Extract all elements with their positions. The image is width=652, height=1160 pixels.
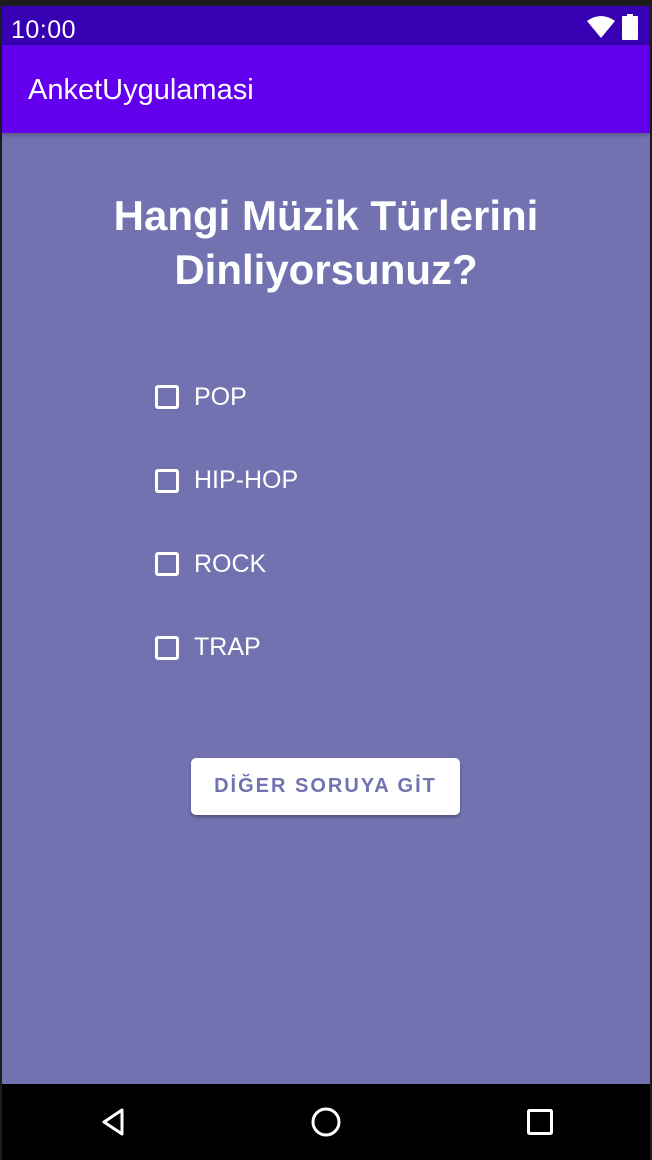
navigation-bar xyxy=(2,1084,650,1160)
option-hip-hop[interactable]: HIP-HOP xyxy=(152,453,298,509)
genre-options: POP HIP-HOP ROCK TRAP xyxy=(152,369,298,703)
checkbox-icon[interactable] xyxy=(155,468,179,493)
option-label: HIP-HOP xyxy=(194,466,299,494)
checkbox-icon[interactable] xyxy=(155,552,179,576)
app-bar: AnketUygulamasi xyxy=(2,45,650,133)
question-title: Hangi Müzik Türlerini Dinliyorsunuz? xyxy=(113,192,539,293)
checkbox-icon[interactable] xyxy=(155,385,179,409)
option-rock[interactable]: ROCK xyxy=(152,536,298,592)
next-question-button[interactable]: DİĞER SORUYA GİT xyxy=(191,758,460,815)
status-bar: 10:00 xyxy=(2,6,650,45)
status-icons xyxy=(586,14,638,45)
battery-icon xyxy=(622,14,638,45)
status-time: 10:00 xyxy=(11,16,77,44)
checkbox-icon[interactable] xyxy=(155,635,179,660)
app-title: AnketUygulamasi xyxy=(28,74,254,106)
option-label: ROCK xyxy=(194,549,267,578)
option-trap[interactable]: TRAP xyxy=(152,620,298,676)
home-icon[interactable] xyxy=(304,1100,348,1144)
survey-content: Hangi Müzik Türlerini Dinliyorsunuz? POP… xyxy=(2,133,650,1084)
device-screen: 10:00 AnketUygulamasi Hangi Müzik Türler… xyxy=(2,6,650,1160)
option-label: TRAP xyxy=(194,633,261,661)
option-pop[interactable]: POP xyxy=(152,369,298,425)
option-label: POP xyxy=(194,382,247,411)
wifi-icon xyxy=(586,15,616,44)
recents-icon[interactable] xyxy=(518,1100,562,1144)
back-icon[interactable] xyxy=(91,1100,135,1144)
